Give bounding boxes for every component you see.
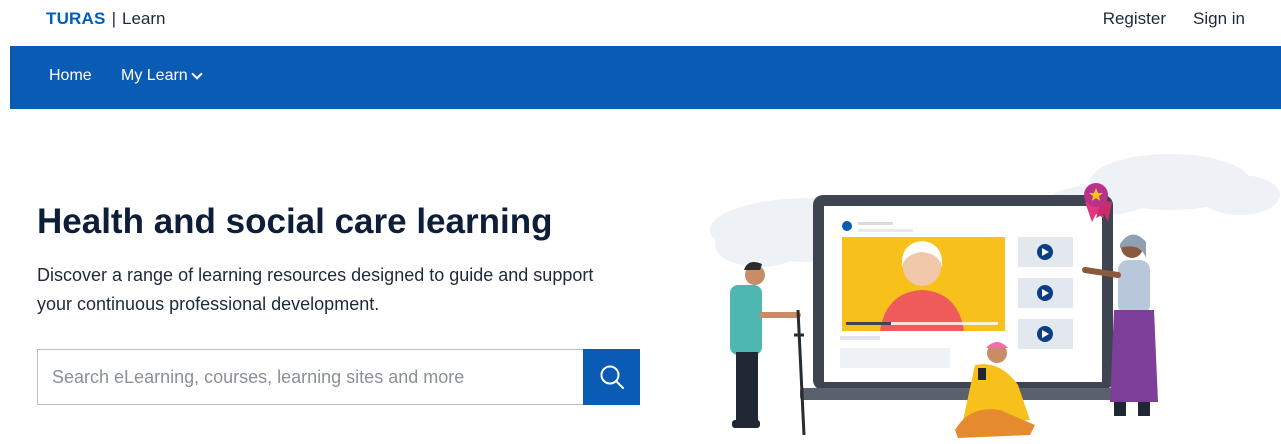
chevron-down-icon — [191, 67, 203, 80]
register-link[interactable]: Register — [1103, 9, 1166, 29]
nav-my-learn[interactable]: My Learn — [121, 67, 203, 85]
brand-separator: | — [111, 9, 116, 28]
brand-logo[interactable]: TURAS | Learn — [46, 9, 165, 29]
hero-illustration — [710, 154, 1280, 438]
signin-link[interactable]: Sign in — [1193, 9, 1245, 29]
search-input[interactable] — [37, 349, 583, 405]
page-title: Health and social care learning — [37, 202, 553, 241]
person-with-crutch-illustration — [730, 262, 806, 436]
top-bar: TURAS | Learn Register Sign in — [0, 0, 1281, 46]
brand-turas: TURAS — [46, 9, 106, 28]
video-player — [842, 237, 1005, 331]
search-bar — [37, 349, 640, 405]
nav-my-learn-label: My Learn — [121, 67, 188, 84]
play-list — [1018, 237, 1073, 349]
search-button[interactable] — [583, 349, 640, 405]
main-navigation: Home My Learn — [10, 46, 1281, 109]
auth-links: Register Sign in — [1103, 9, 1245, 29]
brand-learn: Learn — [121, 9, 166, 28]
nav-home[interactable]: Home — [49, 67, 92, 85]
page-description: Discover a range of learning resources d… — [37, 265, 594, 314]
search-icon — [600, 365, 624, 389]
